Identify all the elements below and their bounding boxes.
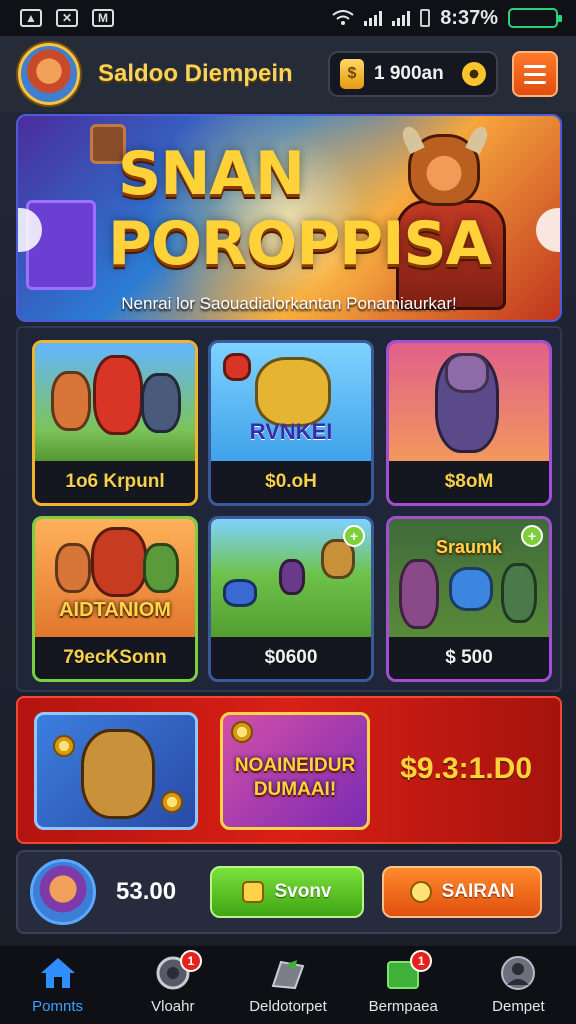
player-avatar[interactable] xyxy=(30,859,96,925)
app-header: Saldoo Diempein $ 1 900an xyxy=(0,36,576,112)
status-bar: ▲ ✕ M 8:37% xyxy=(0,0,576,36)
offer-price: 1o6 Krpunl xyxy=(35,461,195,503)
profile-avatar[interactable] xyxy=(18,43,80,105)
offer-card-art xyxy=(211,343,371,467)
offer-card-art xyxy=(35,519,195,643)
promo-price: $9.3:1.D0 xyxy=(400,752,532,785)
coin-icon: $ xyxy=(340,59,364,89)
banner-title-line1: SNAN xyxy=(118,139,305,209)
star-burst-icon xyxy=(409,881,432,903)
signal-icon xyxy=(364,10,383,26)
nav-item-home[interactable]: Pomnts xyxy=(0,946,115,1024)
nav-label: Vloahr xyxy=(151,997,195,1015)
battery-icon xyxy=(508,8,562,28)
profile-icon xyxy=(501,955,536,990)
bottom-nav: Pomnts 1 Vloahr Deldotorpet 1 Bermpaea D… xyxy=(0,946,576,1024)
photo-notification-icon: ▲ xyxy=(20,9,42,27)
home-icon xyxy=(40,957,75,988)
banner-title-line2: POROPPISA xyxy=(108,209,492,279)
offer-grid: 1o6 Krpunl RVNKEI $0.oH $8oM AIDTANIOM 7… xyxy=(16,326,562,692)
gold-coin-icon xyxy=(462,62,486,86)
small-battery-icon xyxy=(420,9,431,27)
offer-price: $0600 xyxy=(211,637,371,679)
offer-art-label: AIDTANIOM xyxy=(59,599,171,621)
offer-art-label: Sraumk xyxy=(435,537,503,557)
featured-banner[interactable]: SNAN POROPPISA Nenrai lor Saouadialorkan… xyxy=(16,114,562,322)
offer-price: $0.oH xyxy=(211,461,371,503)
shield-icon xyxy=(242,881,265,903)
offer-card[interactable]: + $0600 xyxy=(208,516,374,682)
banner-tagline: Nenrai lor Saouadialorkantan Ponamiaurka… xyxy=(121,294,457,313)
promo-card-text-line1: NOAINEIDUR xyxy=(234,755,356,776)
currency-value: 1 900an xyxy=(374,63,444,84)
green-action-label: Svonv xyxy=(274,881,332,902)
promo-card-offer: NOAINEIDUR DUMAAI! xyxy=(220,712,370,830)
notification-badge: 1 xyxy=(179,949,202,972)
wheel-icon: 1 xyxy=(154,949,202,990)
nav-item-gift[interactable]: Deldotorpet xyxy=(230,946,345,1024)
app-screen: ▲ ✕ M 8:37% Saldoo Diempein $ 1 900an SN… xyxy=(0,0,576,1024)
nav-item-wheel[interactable]: 1 Vloahr xyxy=(115,946,230,1024)
nav-item-flag[interactable]: 1 Bermpaea xyxy=(346,946,461,1024)
nav-label: Bermpaea xyxy=(368,997,438,1015)
notification-icons: ▲ ✕ M xyxy=(20,9,114,27)
wifi-icon xyxy=(332,10,354,25)
promo-banner[interactable]: NOAINEIDUR DUMAAI! $9.3:1.D0 xyxy=(16,696,562,844)
nav-label: Pomnts xyxy=(32,997,84,1015)
orange-action-label: SAIRAN xyxy=(441,881,515,902)
gift-icon xyxy=(271,959,305,989)
offer-card[interactable]: AIDTANIOM 79ecKSonn xyxy=(32,516,198,682)
offer-price: $ 500 xyxy=(389,637,549,679)
offer-card-art xyxy=(389,343,549,467)
offer-card[interactable]: + Sraumk $ 500 xyxy=(386,516,552,682)
offer-card[interactable]: 1o6 Krpunl xyxy=(32,340,198,506)
banner-next-arrow[interactable] xyxy=(536,208,560,252)
action-bar: 53.00 Svonv SAIRAN xyxy=(16,850,562,934)
nav-item-profile[interactable]: Dempet xyxy=(461,946,576,1024)
offer-card[interactable]: $8oM xyxy=(386,340,552,506)
player-balance: 53.00 xyxy=(116,878,177,905)
signal-2-icon xyxy=(392,10,411,26)
close-notification-icon: ✕ xyxy=(56,9,78,27)
clock: 8:37% xyxy=(440,6,498,29)
promo-card-hero xyxy=(34,712,198,830)
green-action-button[interactable]: Svonv xyxy=(210,866,364,918)
offer-price: $8oM xyxy=(389,461,549,503)
offer-art-label: RVNKEI xyxy=(249,419,333,444)
offer-card[interactable]: RVNKEI $0.oH xyxy=(208,340,374,506)
notification-badge: 1 xyxy=(410,949,433,972)
orange-action-button[interactable]: SAIRAN xyxy=(382,866,542,918)
banner-cube-decoration xyxy=(26,200,96,290)
promo-card-text-line2: DUMAAI! xyxy=(253,779,337,800)
offer-price: 79ecKSonn xyxy=(35,637,195,679)
offer-card-art xyxy=(35,343,195,467)
plus-badge-icon: + xyxy=(343,525,365,547)
nav-label: Deldotorpet xyxy=(249,997,327,1015)
menu-button[interactable] xyxy=(512,51,558,97)
flag-icon: 1 xyxy=(384,949,433,990)
nav-label: Dempet xyxy=(492,997,545,1015)
app-title: Saldoo Diempein xyxy=(98,60,293,87)
mail-notification-icon: M xyxy=(92,9,114,27)
system-status: 8:37% xyxy=(332,6,562,30)
currency-balance[interactable]: $ 1 900an xyxy=(328,51,498,97)
